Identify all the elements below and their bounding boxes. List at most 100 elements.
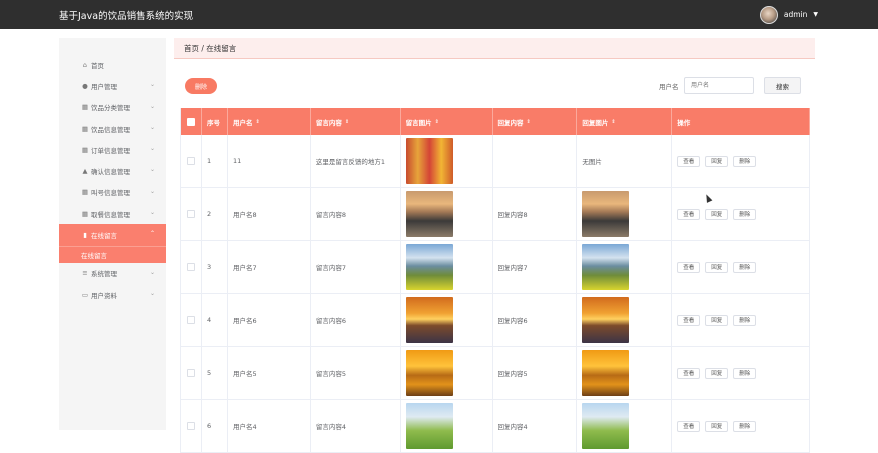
header-user[interactable]: 用户名 ⇕ bbox=[228, 108, 311, 135]
sidebar-item-drink-category[interactable]: ▦ 饮品分类管理 ⌄ bbox=[59, 97, 166, 118]
grid-icon: ▦ bbox=[81, 103, 89, 112]
row-actions: 查看 回复 删除 bbox=[672, 294, 811, 346]
reply-image[interactable] bbox=[582, 350, 630, 396]
sidebar-item-orders[interactable]: ▦ 订单信息管理 ⌄ bbox=[59, 139, 166, 160]
reply-image-cell bbox=[577, 188, 673, 240]
message-image[interactable] bbox=[405, 138, 453, 184]
reply-button[interactable]: 回复 bbox=[705, 155, 729, 167]
delete-button[interactable]: 删除 bbox=[733, 367, 757, 379]
header-actions: 操作 bbox=[672, 108, 811, 135]
sort-icon[interactable]: ⇕ bbox=[527, 119, 531, 125]
header-message-image[interactable]: 留言图片 ⇕ bbox=[401, 108, 493, 135]
top-bar: 基于Java的饮品销售系统的实现 admin ▼ bbox=[0, 0, 878, 29]
view-button[interactable]: 查看 bbox=[677, 261, 701, 273]
submenu-item-messages[interactable]: 在线留言 bbox=[59, 245, 166, 263]
row-reply: 回复内容6 bbox=[493, 294, 578, 346]
sidebar-item-users[interactable]: ● 用户管理 ⌄ bbox=[59, 75, 166, 96]
reply-button[interactable]: 回复 bbox=[705, 367, 729, 379]
delete-button[interactable]: 删除 bbox=[733, 314, 757, 326]
breadcrumb: 首页 / 在线留言 bbox=[174, 38, 815, 59]
home-icon: ⌂ bbox=[82, 60, 88, 69]
reply-button[interactable]: 回复 bbox=[705, 314, 729, 326]
delete-button[interactable]: 删除 bbox=[733, 208, 757, 220]
sidebar-item-profile[interactable]: ▭ 用户资料 ⌄ bbox=[59, 284, 166, 305]
search-button[interactable]: 搜索 bbox=[764, 77, 801, 94]
sort-icon[interactable]: ⇕ bbox=[345, 119, 349, 125]
reply-button[interactable]: 回复 bbox=[705, 261, 729, 273]
row-checkbox[interactable] bbox=[186, 157, 195, 165]
row-actions: 查看 回复 删除 bbox=[672, 188, 811, 240]
app-title: 基于Java的饮品销售系统的实现 bbox=[59, 10, 194, 22]
row-user: 用户名6 bbox=[228, 294, 311, 346]
message-image-cell bbox=[401, 188, 493, 240]
message-image[interactable] bbox=[405, 350, 453, 396]
chevron-down-icon: ⌄ bbox=[149, 102, 155, 110]
message-image[interactable] bbox=[405, 297, 453, 343]
row-actions: 查看 回复 删除 bbox=[672, 241, 811, 293]
sidebar-item-drink-info[interactable]: ▦ 饮品信息管理 ⌄ bbox=[59, 118, 166, 139]
view-button[interactable]: 查看 bbox=[677, 155, 701, 167]
chevron-down-icon[interactable]: ▼ bbox=[813, 11, 818, 18]
sidebar-item-pickup[interactable]: ▦ 取餐信息管理 ⌄ bbox=[59, 203, 166, 224]
message-image-cell bbox=[401, 400, 493, 452]
sidebar-item-messages[interactable]: ▮ 在线留言 ⌃ bbox=[59, 224, 166, 246]
avatar[interactable] bbox=[759, 5, 778, 24]
search-input[interactable] bbox=[684, 77, 754, 94]
row-checkbox[interactable] bbox=[186, 316, 195, 324]
reply-image[interactable] bbox=[582, 244, 630, 290]
row-message: 留言内容4 bbox=[311, 400, 401, 452]
row-index: 1 bbox=[202, 135, 228, 187]
chevron-down-icon: ⌄ bbox=[149, 81, 155, 89]
row-checkbox[interactable] bbox=[186, 422, 195, 430]
row-select-cell bbox=[181, 347, 202, 399]
header-message[interactable]: 留言内容 ⇕ bbox=[311, 108, 401, 135]
chevron-down-icon: ⌄ bbox=[149, 187, 155, 195]
sort-icon[interactable]: ⇕ bbox=[611, 119, 615, 125]
row-checkbox[interactable] bbox=[186, 369, 195, 377]
chevron-up-icon: ⌃ bbox=[149, 230, 155, 238]
reply-image[interactable] bbox=[582, 191, 630, 237]
sidebar: ⌂ 首页 ● 用户管理 ⌄ ▦ 饮品分类管理 ⌄ ▦ 饮品信息管理 ⌄ ▦ 订单信息管理 ⌄ ▲ 确… bbox=[59, 38, 166, 430]
batch-delete-button[interactable]: 删除 bbox=[185, 78, 217, 94]
sidebar-item-home[interactable]: ⌂ 首页 bbox=[59, 54, 166, 75]
reply-image-cell bbox=[577, 241, 673, 293]
select-all-cell bbox=[181, 108, 202, 135]
table-body: 1 11 这里是留言反馈的地方1 无图片 查看 回复 删除 2 用户名8 留言内… bbox=[181, 135, 811, 453]
sort-icon[interactable]: ⇕ bbox=[435, 119, 439, 125]
reply-image-cell bbox=[577, 294, 673, 346]
reply-image[interactable] bbox=[582, 297, 630, 343]
reply-image-text: 无图片 bbox=[582, 158, 602, 166]
row-checkbox[interactable] bbox=[186, 210, 195, 218]
user-menu[interactable]: admin ▼ bbox=[759, 5, 818, 24]
row-checkbox[interactable] bbox=[186, 263, 195, 271]
message-image[interactable] bbox=[405, 244, 453, 290]
message-image[interactable] bbox=[405, 403, 453, 449]
table-row: 1 11 这里是留言反馈的地方1 无图片 查看 回复 删除 bbox=[181, 135, 811, 188]
chart-icon: ▮ bbox=[83, 231, 87, 240]
reply-image[interactable] bbox=[582, 403, 630, 449]
view-button[interactable]: 查看 bbox=[677, 367, 701, 379]
row-reply bbox=[493, 135, 578, 187]
sidebar-item-confirm[interactable]: ▲ 确认信息管理 ⌄ bbox=[59, 160, 166, 181]
message-image[interactable] bbox=[405, 191, 453, 237]
reply-button[interactable]: 回复 bbox=[705, 208, 729, 220]
grid-icon: ▦ bbox=[81, 209, 89, 218]
sidebar-item-system[interactable]: ≡ 系统管理 ⌄ bbox=[59, 263, 166, 284]
username[interactable]: admin bbox=[784, 10, 808, 19]
delete-button[interactable]: 删除 bbox=[733, 155, 757, 167]
sidebar-item-call-number[interactable]: ▦ 叫号信息管理 ⌄ bbox=[59, 182, 166, 203]
view-button[interactable]: 查看 bbox=[677, 208, 701, 220]
chevron-down-icon: ⌄ bbox=[149, 166, 155, 174]
row-select-cell bbox=[181, 400, 202, 452]
message-image-cell bbox=[401, 241, 493, 293]
row-actions: 查看 回复 删除 bbox=[672, 400, 811, 452]
delete-button[interactable]: 删除 bbox=[733, 261, 757, 273]
header-reply[interactable]: 回复内容 ⇕ bbox=[493, 108, 578, 135]
row-index: 6 bbox=[202, 400, 228, 452]
reply-image-cell bbox=[577, 400, 673, 452]
sort-icon[interactable]: ⇕ bbox=[255, 119, 259, 125]
select-all-checkbox[interactable] bbox=[186, 117, 195, 126]
view-button[interactable]: 查看 bbox=[677, 314, 701, 326]
grid-icon: ▦ bbox=[81, 145, 89, 154]
header-reply-image[interactable]: 回复图片 ⇕ bbox=[577, 108, 673, 135]
